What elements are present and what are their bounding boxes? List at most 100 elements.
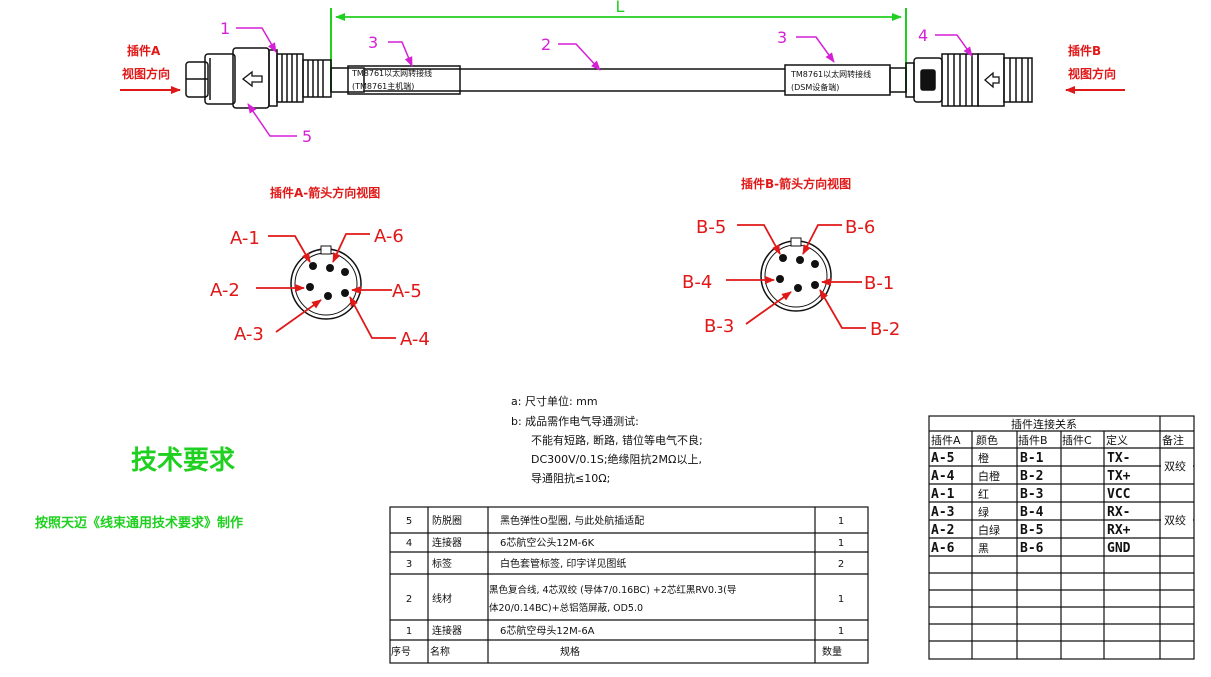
bom-spec: 6芯航空母头12M-6A bbox=[500, 624, 595, 637]
bom-name: 连接器 bbox=[432, 624, 462, 637]
conn-cell-b: B-4 bbox=[1020, 505, 1044, 520]
conn-cell-color: 白橙 bbox=[978, 469, 1000, 483]
bom-no: 1 bbox=[406, 626, 412, 637]
pin-label-b5: B-5 bbox=[696, 217, 726, 238]
plug-a-view-label: 插件A 视图方向 bbox=[120, 43, 181, 94]
conn-cell-a: A-3 bbox=[931, 505, 954, 520]
label-left-line2: (TM8761主机端) bbox=[352, 81, 414, 91]
plug-b-view: 视图方向 bbox=[1068, 66, 1116, 81]
conn-cell-a: A-6 bbox=[931, 541, 955, 556]
callout-3-left: 3 bbox=[368, 33, 378, 52]
bom-header-name: 名称 bbox=[430, 645, 450, 658]
bom-spec: 黑色复合线, 4芯双绞 (导体7/0.16BC) +2芯红黑RV0.3(导 bbox=[489, 584, 736, 596]
cable-drawing: L 插件A 视图方向 插件B 视图方向 TM8761以太网转接线 (TM8761… bbox=[35, 0, 1195, 664]
bom-row: 1 连接器 6芯航空母头12M-6A 1 bbox=[406, 624, 844, 637]
plug-a-title: 插件A bbox=[127, 43, 161, 58]
conn-row: A-3 绿 B-4 RX- bbox=[931, 505, 1130, 520]
bom-spec-line2: 体20/0.14BC)+总铝箔屏蔽, OD5.0 bbox=[489, 602, 643, 614]
callout-1: 1 bbox=[220, 19, 230, 38]
bom-name: 线材 bbox=[432, 592, 452, 605]
note-a: a: 尺寸单位: mm bbox=[511, 394, 598, 408]
conn-table-grid bbox=[928, 415, 1195, 660]
conn-row: A-1 红 B-3 VCC bbox=[931, 487, 1130, 502]
conn-header-b: 插件B bbox=[1018, 433, 1048, 447]
callout-3-right: 3 bbox=[777, 28, 787, 47]
pin-label-b4: B-4 bbox=[682, 272, 712, 293]
bom-name: 防脱圈 bbox=[432, 514, 462, 527]
pin-label-a3: A-3 bbox=[234, 324, 264, 345]
bom-qty: 2 bbox=[838, 559, 844, 570]
conn-row: A-2 白绿 B-5 RX+ bbox=[931, 523, 1131, 538]
bom-spec: 黑色弹性O型圈, 与此处航插适配 bbox=[500, 514, 644, 527]
conn-header-note: 备注 bbox=[1162, 433, 1184, 447]
conn-cell-color: 黑 bbox=[978, 542, 989, 555]
conn-cell-b: B-3 bbox=[1020, 487, 1043, 502]
pin-label-a2: A-2 bbox=[210, 280, 240, 301]
pin-label-b2: B-2 bbox=[870, 319, 900, 340]
pin-label-a4: A-4 bbox=[400, 329, 430, 350]
bom-row: 2 线材 黑色复合线, 4芯双绞 (导体7/0.16BC) +2芯红黑RV0.3… bbox=[406, 584, 844, 614]
plug-b-title: 插件B bbox=[1068, 43, 1101, 58]
conn-cell-def: TX- bbox=[1107, 451, 1130, 466]
connector-a bbox=[185, 47, 332, 109]
conn-header-color: 颜色 bbox=[976, 433, 998, 447]
conn-cell-color: 白绿 bbox=[978, 523, 1000, 537]
bom-name: 连接器 bbox=[432, 536, 462, 549]
pin-label-a5: A-5 bbox=[392, 281, 422, 302]
conn-cell-color: 绿 bbox=[978, 505, 989, 519]
bom-header-row: 序号 名称 规格 数量 bbox=[391, 645, 842, 658]
length-symbol: L bbox=[616, 0, 625, 16]
conn-cell-def: TX+ bbox=[1107, 469, 1131, 484]
conn-cell-def: GND bbox=[1107, 541, 1131, 556]
bom-qty: 1 bbox=[838, 594, 844, 605]
tech-subtitle: 按照天迈《线束通用技术要求》制作 bbox=[35, 515, 243, 531]
bom-no: 3 bbox=[406, 559, 412, 570]
conn-cell-a: A-4 bbox=[931, 469, 955, 484]
conn-table-title: 插件连接关系 bbox=[1011, 417, 1077, 431]
conn-cell-def: RX- bbox=[1107, 505, 1130, 520]
note-b1: 不能有短路, 断路, 错位等电气不良; bbox=[531, 433, 703, 447]
callout-5: 5 bbox=[302, 127, 312, 146]
bom-no: 2 bbox=[406, 594, 412, 605]
conn-header-c: 插件C bbox=[1062, 433, 1092, 447]
plug-a-view: 视图方向 bbox=[122, 66, 170, 81]
note-b3: 导通阻抗≤10Ω; bbox=[531, 471, 610, 485]
bom-header-no: 序号 bbox=[391, 645, 411, 658]
conn-note-2: 双绞 bbox=[1164, 513, 1186, 527]
tech-title: 技术要求 bbox=[131, 446, 235, 476]
conn-rows: A-5 橙 B-1 TX- A-4 白橙 B-2 TX+ A-1 红 B-3 VCC A-3 绿 B-4 RX… bbox=[931, 451, 1131, 556]
pin-label-b3: B-3 bbox=[704, 316, 734, 337]
bom-header-qty: 数量 bbox=[822, 645, 842, 658]
conn-table-header: 插件A 颜色 插件B 插件C 定义 备注 bbox=[931, 433, 1184, 447]
conn-cell-b: B-1 bbox=[1020, 451, 1044, 466]
conn-cell-a: A-5 bbox=[931, 451, 954, 466]
pin-label-b6: B-6 bbox=[845, 217, 875, 238]
conn-row: A-6 黑 B-6 GND bbox=[931, 541, 1131, 556]
pin-face-b bbox=[760, 237, 832, 312]
pin-face-a bbox=[290, 245, 362, 320]
conn-cell-b: B-2 bbox=[1020, 469, 1043, 484]
connector-b bbox=[905, 53, 1033, 107]
bom-spec: 6芯航空公头12M-6K bbox=[500, 536, 595, 549]
bom-row: 4 连接器 6芯航空公头12M-6K 1 bbox=[406, 536, 844, 549]
conn-cell-b: B-5 bbox=[1020, 523, 1043, 538]
bom-qty: 1 bbox=[838, 516, 844, 527]
callout-2: 2 bbox=[541, 35, 551, 54]
note-b2: DC300V/0.1S;绝缘阻抗2MΩ以上, bbox=[531, 452, 702, 466]
plug-b-view-label: 插件B 视图方向 bbox=[1065, 43, 1125, 94]
bom-row: 5 防脱圈 黑色弹性O型圈, 与此处航插适配 1 bbox=[406, 514, 844, 527]
bom-name: 标签 bbox=[432, 557, 452, 570]
conn-row: A-4 白橙 B-2 TX+ bbox=[931, 469, 1131, 484]
label-right-line1: TM8761以太网转接线 bbox=[790, 69, 871, 79]
pin-label-a6: A-6 bbox=[374, 226, 404, 247]
conn-note-1: 双绞 bbox=[1164, 459, 1186, 473]
bom-header-spec: 规格 bbox=[560, 645, 580, 658]
conn-cell-color: 红 bbox=[978, 488, 989, 501]
bom-spec: 白色套管标签, 印字详见图纸 bbox=[500, 557, 626, 570]
conn-cell-a: A-2 bbox=[931, 523, 954, 538]
bom-row: 3 标签 白色套管标签, 印字详见图纸 2 bbox=[406, 557, 844, 570]
conn-cell-a: A-1 bbox=[931, 487, 955, 502]
callout-4: 4 bbox=[918, 26, 928, 45]
conn-cell-def: VCC bbox=[1107, 487, 1130, 502]
conn-row: A-5 橙 B-1 TX- bbox=[931, 451, 1130, 466]
